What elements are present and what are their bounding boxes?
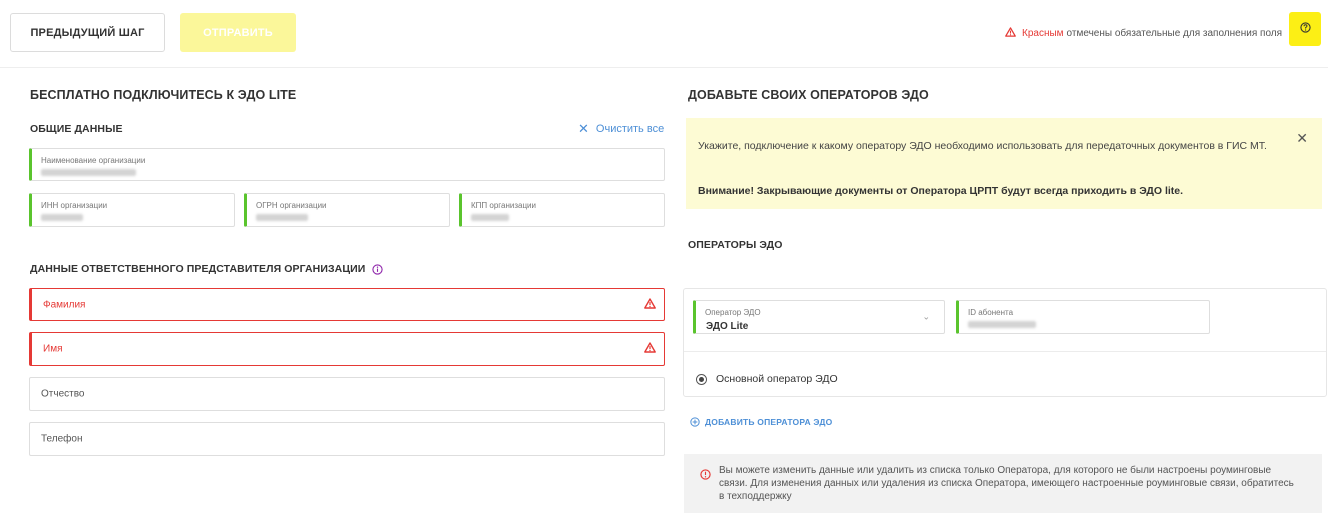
info-circle-icon bbox=[700, 467, 711, 485]
surname-field[interactable]: Фамилия bbox=[29, 288, 665, 321]
add-operator-button[interactable]: ДОБАВИТЬ ОПЕРАТОРА ЭДО bbox=[690, 417, 832, 427]
required-fields-note: Красным отмечены обязательные для заполн… bbox=[1005, 27, 1282, 40]
subscriber-id-field[interactable]: ID абонента bbox=[956, 300, 1210, 334]
general-data-heading: ОБЩИЕ ДАННЫЕ bbox=[30, 123, 123, 135]
patronymic-field[interactable]: Отчество bbox=[29, 377, 665, 411]
required-note-red: Красным bbox=[1022, 28, 1064, 39]
main-operator-label: Основной оператор ЭДО bbox=[716, 373, 838, 385]
roaming-warning-text: Вы можете изменить данные или удалить из… bbox=[719, 465, 1294, 502]
close-icon[interactable]: ✕ bbox=[1296, 130, 1308, 147]
name-placeholder: Имя bbox=[43, 343, 63, 355]
info-circle-icon[interactable] bbox=[372, 263, 384, 275]
card-divider bbox=[684, 351, 1326, 352]
kpp-label: КПП организации bbox=[471, 201, 536, 210]
close-icon: ✕ bbox=[578, 121, 589, 136]
operator-card: Оператор ЭДО ЭДО Lite ⌄ ID абонента Осно… bbox=[683, 288, 1327, 397]
representative-heading: ДАННЫЕ ОТВЕТСТВЕННОГО ПРЕДСТАВИТЕЛЯ ОРГА… bbox=[30, 263, 384, 275]
name-field[interactable]: Имя bbox=[29, 332, 665, 366]
help-button[interactable] bbox=[1289, 12, 1321, 46]
send-button[interactable]: ОТПРАВИТЬ bbox=[180, 13, 296, 52]
operators-heading: ОПЕРАТОРЫ ЭДО bbox=[688, 239, 783, 251]
org-name-field[interactable]: Наименование организации bbox=[29, 148, 665, 181]
info-notice: Укажите, подключение к какому оператору … bbox=[686, 118, 1322, 209]
org-name-label: Наименование организации bbox=[41, 156, 146, 165]
chevron-down-icon: ⌄ bbox=[922, 311, 930, 322]
kpp-value-redacted bbox=[471, 214, 509, 221]
clear-all-label: Очистить все bbox=[595, 123, 665, 135]
main-operator-radio[interactable]: Основной оператор ЭДО bbox=[696, 373, 838, 385]
warning-triangle-icon bbox=[1005, 27, 1016, 40]
kpp-field[interactable]: КПП организации bbox=[459, 193, 665, 227]
question-circle-icon bbox=[1299, 20, 1311, 38]
plus-circle-icon bbox=[690, 417, 700, 427]
roaming-warning: Вы можете изменить данные или удалить из… bbox=[684, 454, 1322, 513]
previous-step-button[interactable]: ПРЕДЫДУЩИЙ ШАГ bbox=[10, 13, 165, 52]
subscriber-id-value-redacted bbox=[968, 321, 1036, 328]
info-notice-text: Укажите, подключение к какому оператору … bbox=[698, 140, 1267, 152]
inn-value-redacted bbox=[41, 214, 83, 221]
clear-all-link[interactable]: ✕ Очистить все bbox=[578, 121, 664, 137]
inn-label: ИНН организации bbox=[41, 201, 108, 210]
phone-placeholder: Телефон bbox=[41, 433, 83, 445]
right-title: ДОБАВЬТЕ СВОИХ ОПЕРАТОРОВ ЭДО bbox=[688, 88, 929, 102]
subscriber-id-label: ID абонента bbox=[968, 308, 1014, 317]
patronymic-placeholder: Отчество bbox=[41, 388, 85, 400]
ogrn-label: ОГРН организации bbox=[256, 201, 327, 210]
operator-select[interactable]: Оператор ЭДО ЭДО Lite ⌄ bbox=[693, 300, 945, 334]
operator-label: Оператор ЭДО bbox=[705, 308, 761, 317]
operator-value: ЭДО Lite bbox=[706, 321, 749, 332]
org-name-value-redacted bbox=[41, 169, 136, 176]
required-note-text: отмечены обязательные для заполнения пол… bbox=[1066, 28, 1283, 39]
surname-placeholder: Фамилия bbox=[43, 299, 86, 310]
representative-heading-label: ДАННЫЕ ОТВЕТСТВЕННОГО ПРЕДСТАВИТЕЛЯ ОРГА… bbox=[30, 263, 366, 275]
warning-triangle-icon bbox=[644, 296, 656, 314]
phone-field[interactable]: Телефон bbox=[29, 422, 665, 456]
top-toolbar: ПРЕДЫДУЩИЙ ШАГ ОТПРАВИТЬ Красным отмечен… bbox=[0, 0, 1328, 68]
radio-selected-icon bbox=[696, 373, 707, 385]
info-notice-bold: Внимание! Закрывающие документы от Опера… bbox=[698, 185, 1184, 197]
warning-triangle-icon bbox=[644, 340, 656, 358]
add-operator-label: ДОБАВИТЬ ОПЕРАТОРА ЭДО bbox=[705, 417, 833, 427]
ogrn-value-redacted bbox=[256, 214, 308, 221]
inn-field[interactable]: ИНН организации bbox=[29, 193, 235, 227]
ogrn-field[interactable]: ОГРН организации bbox=[244, 193, 450, 227]
left-title: БЕСПЛАТНО ПОДКЛЮЧИТЕСЬ К ЭДО LITE bbox=[30, 88, 297, 102]
